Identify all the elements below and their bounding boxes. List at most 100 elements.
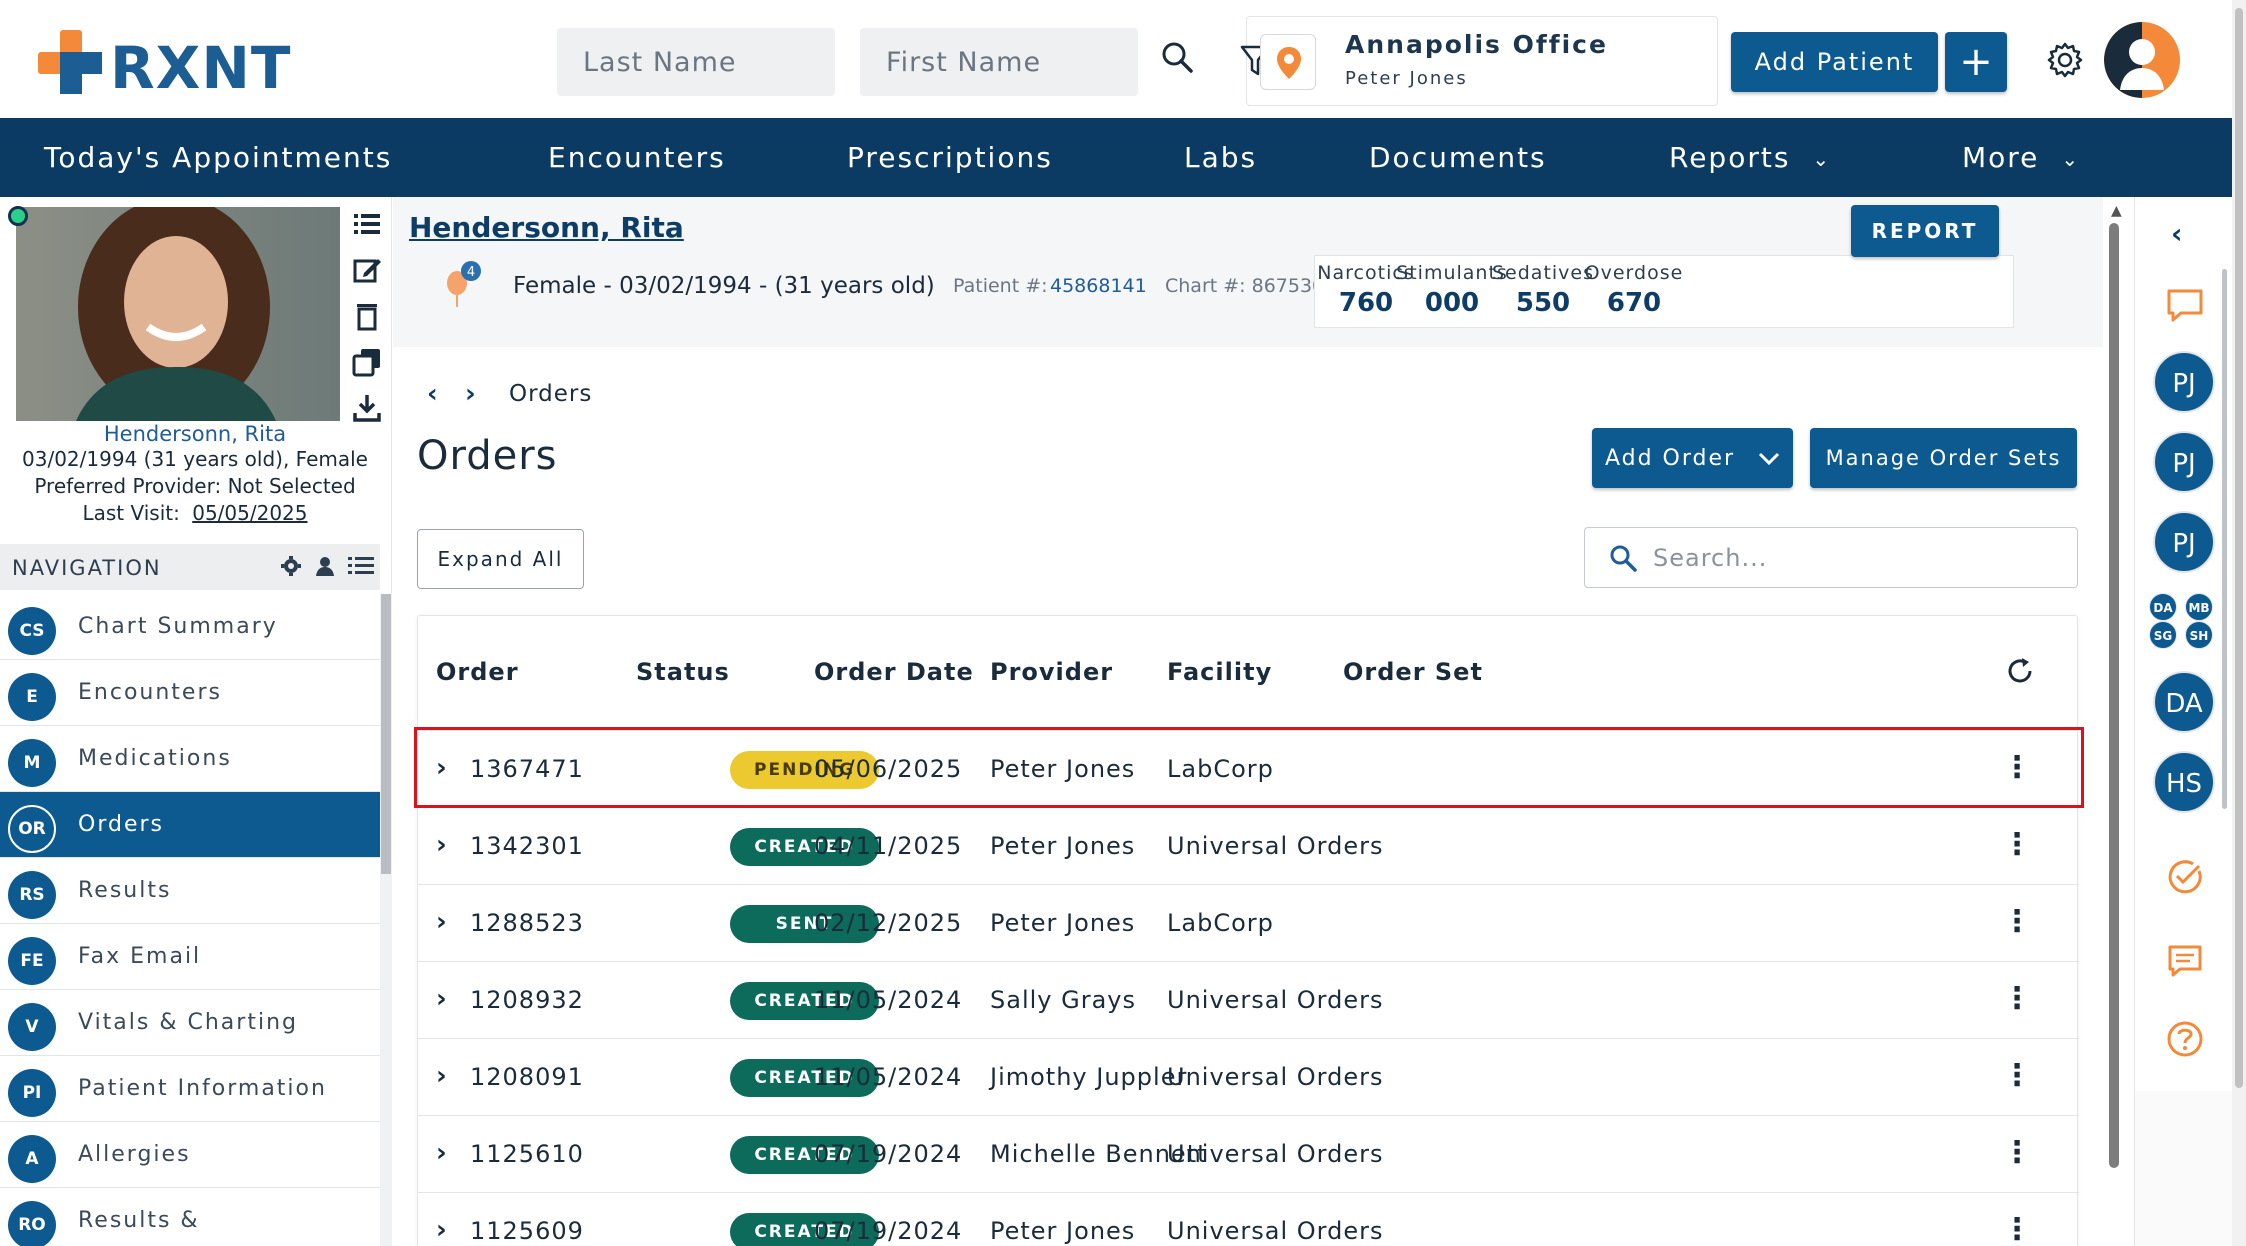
- expand-row-icon[interactable]: ›: [436, 1061, 462, 1091]
- trash-icon[interactable]: [352, 301, 382, 331]
- last-name-input[interactable]: [557, 28, 835, 96]
- rxnt-logo[interactable]: RXNT: [38, 30, 290, 102]
- help-icon[interactable]: [2165, 1019, 2205, 1059]
- search-input[interactable]: [1653, 538, 2053, 578]
- table-row[interactable]: › 1342301 CREATED 04/11/2025 Peter Jones…: [418, 807, 2079, 884]
- message-icon[interactable]: [2165, 941, 2205, 981]
- more-vertical-icon[interactable]: ⋮: [2002, 1061, 2032, 1093]
- list-icon[interactable]: [352, 209, 382, 239]
- add-patient-button[interactable]: Add Patient: [1731, 32, 1938, 92]
- last-visit-date[interactable]: 05/05/2025: [192, 501, 307, 525]
- sidebar-item-encounters[interactable]: E Encounters: [0, 660, 380, 726]
- nav-prescriptions[interactable]: Prescriptions: [847, 118, 1053, 197]
- provider-avatar-da[interactable]: DA: [2153, 671, 2215, 733]
- list-icon[interactable]: [348, 555, 374, 577]
- add-plus-button[interactable]: +: [1945, 32, 2007, 92]
- window-scrollbar[interactable]: [2232, 0, 2246, 1246]
- expand-row-icon[interactable]: ›: [436, 1215, 462, 1245]
- column-header-facility[interactable]: Facility: [1167, 658, 1272, 686]
- scrollbar-thumb[interactable]: [381, 594, 391, 874]
- user-avatar-icon[interactable]: [2104, 22, 2180, 98]
- gear-icon[interactable]: [280, 555, 302, 577]
- expand-row-icon[interactable]: ›: [436, 830, 462, 860]
- nav-labs[interactable]: Labs: [1184, 118, 1257, 197]
- column-header-order-set[interactable]: Order Set: [1343, 658, 1483, 686]
- expand-row-icon[interactable]: ›: [436, 753, 462, 783]
- mini-avatar-mb[interactable]: MB: [2185, 593, 2213, 621]
- collapse-rail-icon[interactable]: ‹: [2171, 217, 2183, 250]
- forward-arrow-icon[interactable]: ›: [465, 379, 476, 409]
- download-icon[interactable]: [352, 393, 382, 423]
- more-vertical-icon[interactable]: ⋮: [2002, 753, 2032, 785]
- column-header-status[interactable]: Status: [636, 658, 730, 686]
- patient-name-link[interactable]: Hendersonn, Rita: [0, 422, 390, 446]
- nav-reports[interactable]: Reports ⌄: [1669, 118, 1831, 197]
- expand-row-icon[interactable]: ›: [436, 984, 462, 1014]
- add-order-button[interactable]: Add Order: [1592, 428, 1793, 488]
- more-vertical-icon[interactable]: ⋮: [2002, 1215, 2032, 1246]
- sidebar-item-allergies[interactable]: A Allergies: [0, 1122, 380, 1188]
- expand-row-icon[interactable]: ›: [436, 907, 462, 937]
- orders-search[interactable]: [1584, 527, 2078, 588]
- patient-number[interactable]: 45868141: [1050, 275, 1147, 297]
- column-header-order[interactable]: Order: [436, 658, 519, 686]
- edit-icon[interactable]: [352, 255, 382, 285]
- sidebar-item-results-orders[interactable]: RO Results &: [0, 1188, 380, 1246]
- provider-avatar-pj[interactable]: PJ: [2153, 351, 2215, 413]
- more-vertical-icon[interactable]: ⋮: [2002, 1138, 2032, 1170]
- location-pin-box[interactable]: [1260, 34, 1316, 90]
- main-scrollbar[interactable]: ▲: [2105, 197, 2133, 1246]
- copy-icon[interactable]: [352, 347, 382, 377]
- patient-name-heading[interactable]: Hendersonn, Rita: [409, 211, 684, 244]
- column-header-provider[interactable]: Provider: [990, 658, 1113, 686]
- scrollbar-thumb[interactable]: [2109, 223, 2119, 1168]
- expand-row-icon[interactable]: ›: [436, 1138, 462, 1168]
- order-date: 05/06/2025: [814, 755, 963, 783]
- refresh-icon[interactable]: [2005, 656, 2035, 686]
- scrollbar-thumb[interactable]: [2222, 269, 2227, 809]
- alert-balloon-icon[interactable]: 4: [443, 259, 481, 307]
- more-vertical-icon[interactable]: ⋮: [2002, 830, 2032, 862]
- check-circle-icon[interactable]: [2165, 857, 2205, 897]
- mini-avatar-sg[interactable]: SG: [2149, 621, 2177, 649]
- sidebar-item-fax-email[interactable]: FE Fax Email: [0, 924, 380, 990]
- sidebar-item-medications[interactable]: M Medications: [0, 726, 380, 792]
- table-row[interactable]: › 1125609 CREATED 07/19/2024 Peter Jones…: [418, 1192, 2079, 1246]
- back-arrow-icon[interactable]: ‹: [427, 379, 438, 409]
- sidebar-item-patient-information[interactable]: PI Patient Information: [0, 1056, 380, 1122]
- person-icon[interactable]: [314, 555, 336, 577]
- mini-avatar-da[interactable]: DA: [2149, 593, 2177, 621]
- more-vertical-icon[interactable]: ⋮: [2002, 907, 2032, 939]
- search-icon[interactable]: [1160, 40, 1194, 74]
- nav-more[interactable]: More ⌄: [1962, 118, 2080, 197]
- sidebar-scrollbar[interactable]: [380, 594, 392, 1246]
- chat-bubble-icon[interactable]: [2165, 285, 2205, 325]
- scrollbar-thumb[interactable]: [2235, 8, 2243, 1088]
- first-name-input[interactable]: [860, 28, 1138, 96]
- nav-encounters[interactable]: Encounters: [548, 118, 726, 197]
- more-vertical-icon[interactable]: ⋮: [2002, 984, 2032, 1016]
- nav-todays-appointments[interactable]: Today's Appointments: [44, 118, 392, 197]
- provider-avatar-pj[interactable]: PJ: [2153, 511, 2215, 573]
- column-header-order-date[interactable]: Order Date: [814, 658, 974, 686]
- report-button[interactable]: REPORT: [1851, 205, 1999, 257]
- rail-scrollbar[interactable]: [2217, 269, 2231, 1029]
- table-row[interactable]: › 1208932 CREATED 11/05/2024 Sally Grays…: [418, 961, 2079, 1038]
- expand-all-button[interactable]: Expand All: [417, 529, 584, 589]
- sidebar-item-results[interactable]: RS Results: [0, 858, 380, 924]
- nav-documents[interactable]: Documents: [1369, 118, 1547, 197]
- manage-order-sets-button[interactable]: Manage Order Sets: [1810, 428, 2077, 488]
- table-row[interactable]: › 1288523 SENT 02/12/2025 Peter Jones La…: [418, 884, 2079, 961]
- scroll-up-icon[interactable]: ▲: [2111, 203, 2122, 219]
- sidebar-item-orders[interactable]: OR Orders: [0, 792, 380, 858]
- table-row[interactable]: › 1367471 PENDING 05/06/2025 Peter Jones…: [418, 730, 2079, 807]
- provider-avatar-pj[interactable]: PJ: [2153, 431, 2215, 493]
- sidebar-item-vitals-charting[interactable]: V Vitals & Charting: [0, 990, 380, 1056]
- provider-avatar-hs[interactable]: HS: [2153, 751, 2215, 813]
- table-row[interactable]: › 1125610 CREATED 07/19/2024 Michelle Be…: [418, 1115, 2079, 1192]
- mini-avatar-sh[interactable]: SH: [2185, 621, 2213, 649]
- gear-icon[interactable]: [2045, 40, 2085, 80]
- table-row[interactable]: › 1208091 CREATED 11/05/2024 Jimothy Jup…: [418, 1038, 2079, 1115]
- office-name[interactable]: Annapolis Office: [1345, 30, 1608, 59]
- sidebar-item-chart-summary[interactable]: CS Chart Summary: [0, 594, 380, 660]
